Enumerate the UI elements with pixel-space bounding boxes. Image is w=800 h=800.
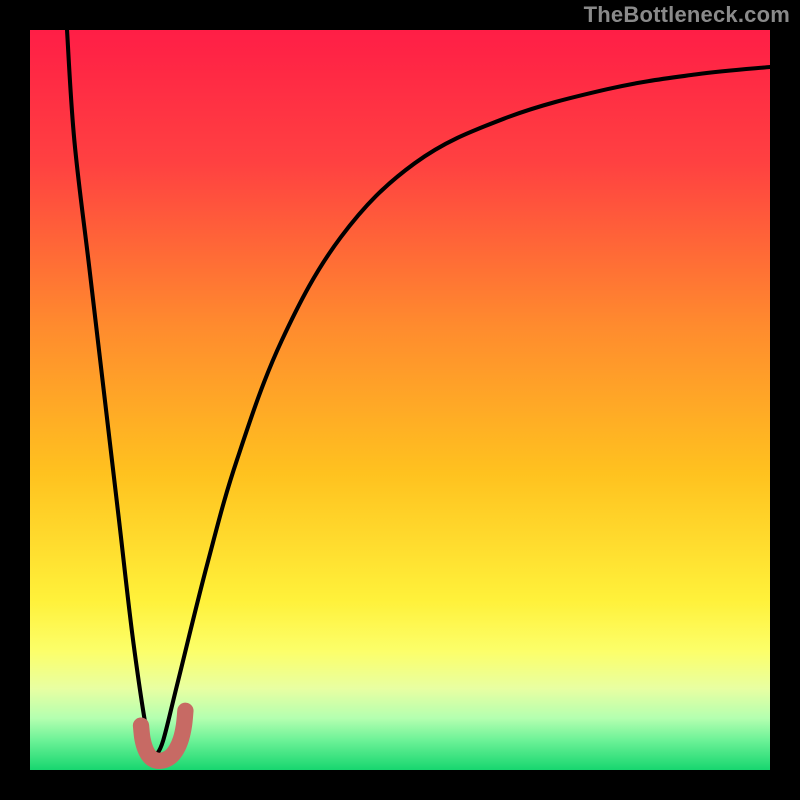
curve-layer <box>30 30 770 770</box>
plot-area <box>30 30 770 770</box>
right-branch-line <box>156 67 770 755</box>
watermark-text: TheBottleneck.com <box>584 2 790 28</box>
left-branch-line <box>67 30 156 755</box>
chart-frame: TheBottleneck.com <box>0 0 800 800</box>
